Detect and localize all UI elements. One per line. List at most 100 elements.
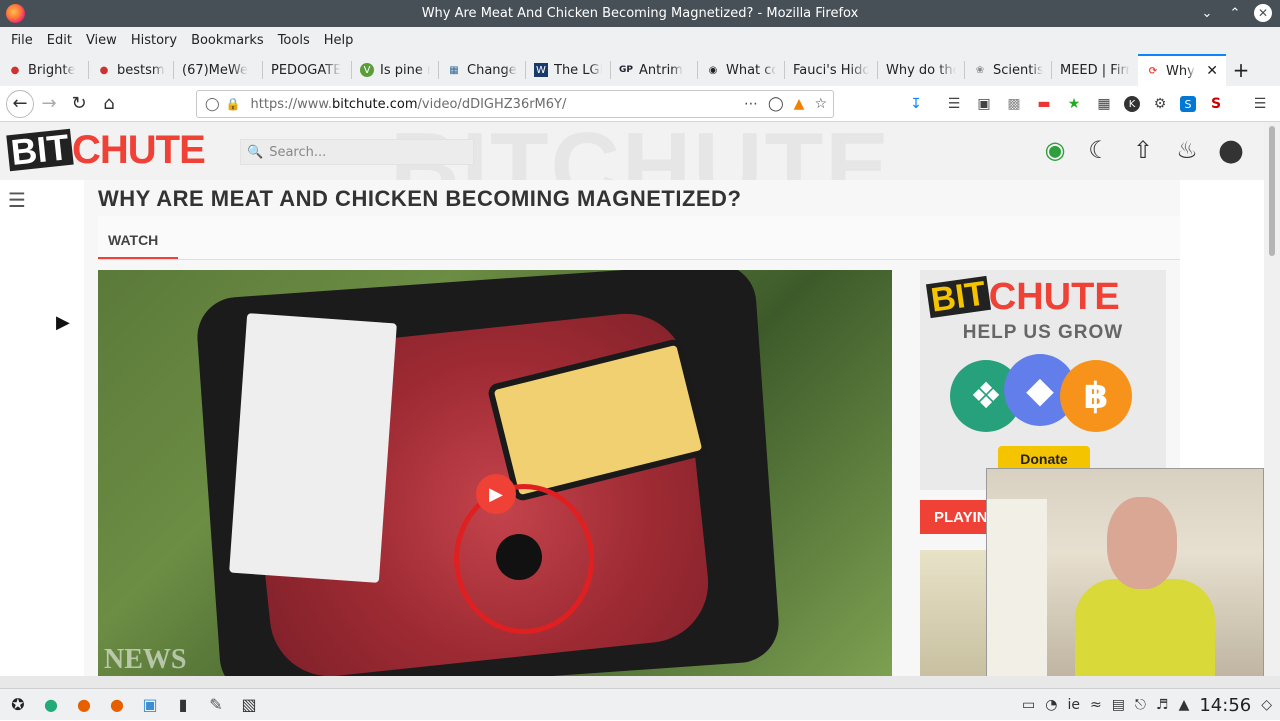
mouse-cursor-icon: ▶ [56, 312, 70, 333]
back-button[interactable]: ← [6, 89, 34, 118]
expand-tray-icon[interactable]: ▲ [1179, 697, 1190, 713]
tab[interactable]: W The LGB [526, 54, 610, 86]
library-icon[interactable]: ☰ [944, 94, 964, 114]
firefox-dev-icon[interactable]: ● [102, 691, 132, 719]
hamburger-menu-icon[interactable]: ☰ [1250, 94, 1270, 114]
tab-label: What co [726, 62, 776, 78]
horizontal-scrollbar[interactable] [0, 676, 1280, 688]
scrollbar-thumb[interactable] [1269, 126, 1275, 256]
q-icon: ◉ [708, 64, 718, 76]
menu-bookmarks[interactable]: Bookmarks [184, 33, 271, 48]
tab[interactable]: ● bestsma [89, 54, 173, 86]
usb-icon[interactable]: ⎋ [1135, 697, 1146, 713]
show-desktop-icon[interactable]: ◇ [1261, 697, 1272, 713]
url-text[interactable]: https://www.bitchute.com/video/dDIGHZ36r… [251, 97, 567, 112]
battery-icon[interactable]: ▭ [1022, 697, 1035, 713]
tab[interactable]: ◉ What co [698, 54, 784, 86]
menu-tools[interactable]: Tools [271, 33, 317, 48]
play-button[interactable]: ▶ [476, 474, 516, 514]
extension-s-icon[interactable]: S [1206, 94, 1226, 114]
lock-icon[interactable]: 🔒 [226, 97, 241, 111]
tab-label: PEDOGATE [271, 62, 342, 78]
screen-capture-icon[interactable]: ▧ [234, 691, 264, 719]
tab[interactable]: (67)MeWe [174, 54, 262, 86]
shield-icon[interactable]: ◯ [205, 97, 220, 112]
page-actions-icon[interactable]: ⋯ [744, 96, 758, 112]
bitchute-logo[interactable]: BIT CHUTE [6, 126, 206, 173]
updates-icon[interactable]: ◔ [1045, 697, 1057, 713]
close-window-icon[interactable]: ✕ [1254, 4, 1272, 22]
sidebar-icon[interactable]: ▣ [974, 94, 994, 114]
video-player[interactable]: ▶ NEWS [98, 270, 892, 676]
tab[interactable]: GP Antrim [611, 54, 697, 86]
close-tab-icon[interactable]: ✕ [1206, 63, 1218, 79]
tab-label: Fauci's Hidd [793, 62, 869, 78]
wifi-icon[interactable]: ≈ [1090, 697, 1102, 713]
pocket-icon[interactable]: ◯ [768, 96, 784, 112]
extension-badge-icon[interactable]: ▩ [1004, 94, 1024, 114]
tab-bar: ● Brighte ● bestsma (67)MeWe PEDOGATE V Is … [0, 54, 1280, 86]
extension-grid-icon[interactable]: ▦ [1094, 94, 1114, 114]
tab[interactable]: MEED | Firm [1052, 54, 1138, 86]
menu-history[interactable]: History [124, 33, 184, 48]
menu-view[interactable]: View [79, 33, 124, 48]
maximize-icon[interactable]: ⌃ [1226, 4, 1244, 22]
leaf-icon: ❀ [975, 64, 985, 76]
sidebar-menu-icon[interactable]: ☰ [8, 188, 28, 212]
extension-green-icon[interactable]: ★ [1064, 94, 1084, 114]
url-domain: bitchute.com [331, 96, 418, 112]
tab[interactable]: PEDOGATE [263, 54, 351, 86]
vlc-icon[interactable]: ▲ [794, 96, 805, 112]
v-icon: V [360, 63, 374, 77]
logo-chute: CHUTE [72, 128, 206, 172]
firefox-taskbar-icon[interactable]: ● [69, 691, 99, 719]
file-manager-icon[interactable]: ▣ [135, 691, 165, 719]
menu-edit[interactable]: Edit [40, 33, 79, 48]
terminal-icon[interactable]: ▮ [168, 691, 198, 719]
globe-icon[interactable]: ● [36, 691, 66, 719]
new-tab-button[interactable]: + [1226, 54, 1256, 86]
donate-dollar-icon[interactable]: ◉ [1040, 132, 1070, 168]
tab-label: (67)MeWe [182, 62, 248, 78]
clipboard-icon[interactable]: ▤ [1112, 697, 1125, 713]
reload-button[interactable]: ↻ [64, 89, 94, 119]
menu-help[interactable]: Help [317, 33, 361, 48]
dark-mode-moon-icon[interactable]: ☾ [1084, 132, 1114, 168]
search-input[interactable]: 🔍 Search... [240, 139, 474, 165]
active-tab-underline [98, 257, 178, 259]
extension-k-icon[interactable]: K [1124, 96, 1140, 112]
forward-button[interactable]: → [34, 89, 64, 119]
tab-active[interactable]: ⟳ Why ✕ [1138, 54, 1226, 86]
tab[interactable]: ▦ Change [439, 54, 525, 86]
playlist-header[interactable]: PLAYIN [920, 500, 990, 534]
downloads-icon[interactable]: ↧ [906, 94, 926, 114]
upload-icon[interactable]: ⇧ [1128, 132, 1158, 168]
menu-file[interactable]: File [4, 33, 40, 48]
url-bar[interactable]: ◯ 🔒 https://www.bitchute.com/video/dDIGH… [196, 90, 834, 118]
user-account-icon[interactable]: ● [1216, 132, 1246, 168]
volume-icon[interactable]: ♬ [1156, 697, 1169, 713]
home-button[interactable]: ⌂ [94, 89, 124, 119]
skype-icon[interactable]: S [1180, 96, 1196, 112]
notifications-bell-icon[interactable]: ♨ [1172, 132, 1202, 168]
tab-watch[interactable]: WATCH [108, 232, 158, 248]
tab[interactable]: ❀ Scientis [965, 54, 1051, 86]
minimize-icon[interactable]: ⌄ [1198, 4, 1216, 22]
clock[interactable]: 14:56 [1199, 695, 1251, 716]
page-scrollbar[interactable] [1264, 122, 1280, 676]
text-editor-icon[interactable]: ✎ [201, 691, 231, 719]
playlist-thumbnail[interactable] [920, 550, 990, 676]
app-launcher-icon[interactable]: ✪ [3, 691, 33, 719]
extension-gear-icon[interactable]: ⚙ [1150, 94, 1170, 114]
tab[interactable]: V Is pine n [352, 54, 438, 86]
crypto-coins: ❖ ◆ ฿ [950, 354, 1140, 434]
watch-tab-bar: WATCH [98, 216, 1180, 260]
webcam-person-vest [1075, 579, 1215, 677]
keyboard-layout[interactable]: ie [1067, 697, 1080, 713]
tab[interactable]: Why do the [878, 54, 964, 86]
tab[interactable]: ● Brighte [0, 54, 88, 86]
tab[interactable]: Fauci's Hidd [785, 54, 877, 86]
w-icon: W [534, 63, 548, 77]
extension-red-icon[interactable]: ▬ [1034, 94, 1054, 114]
bookmark-star-icon[interactable]: ☆ [814, 96, 827, 112]
